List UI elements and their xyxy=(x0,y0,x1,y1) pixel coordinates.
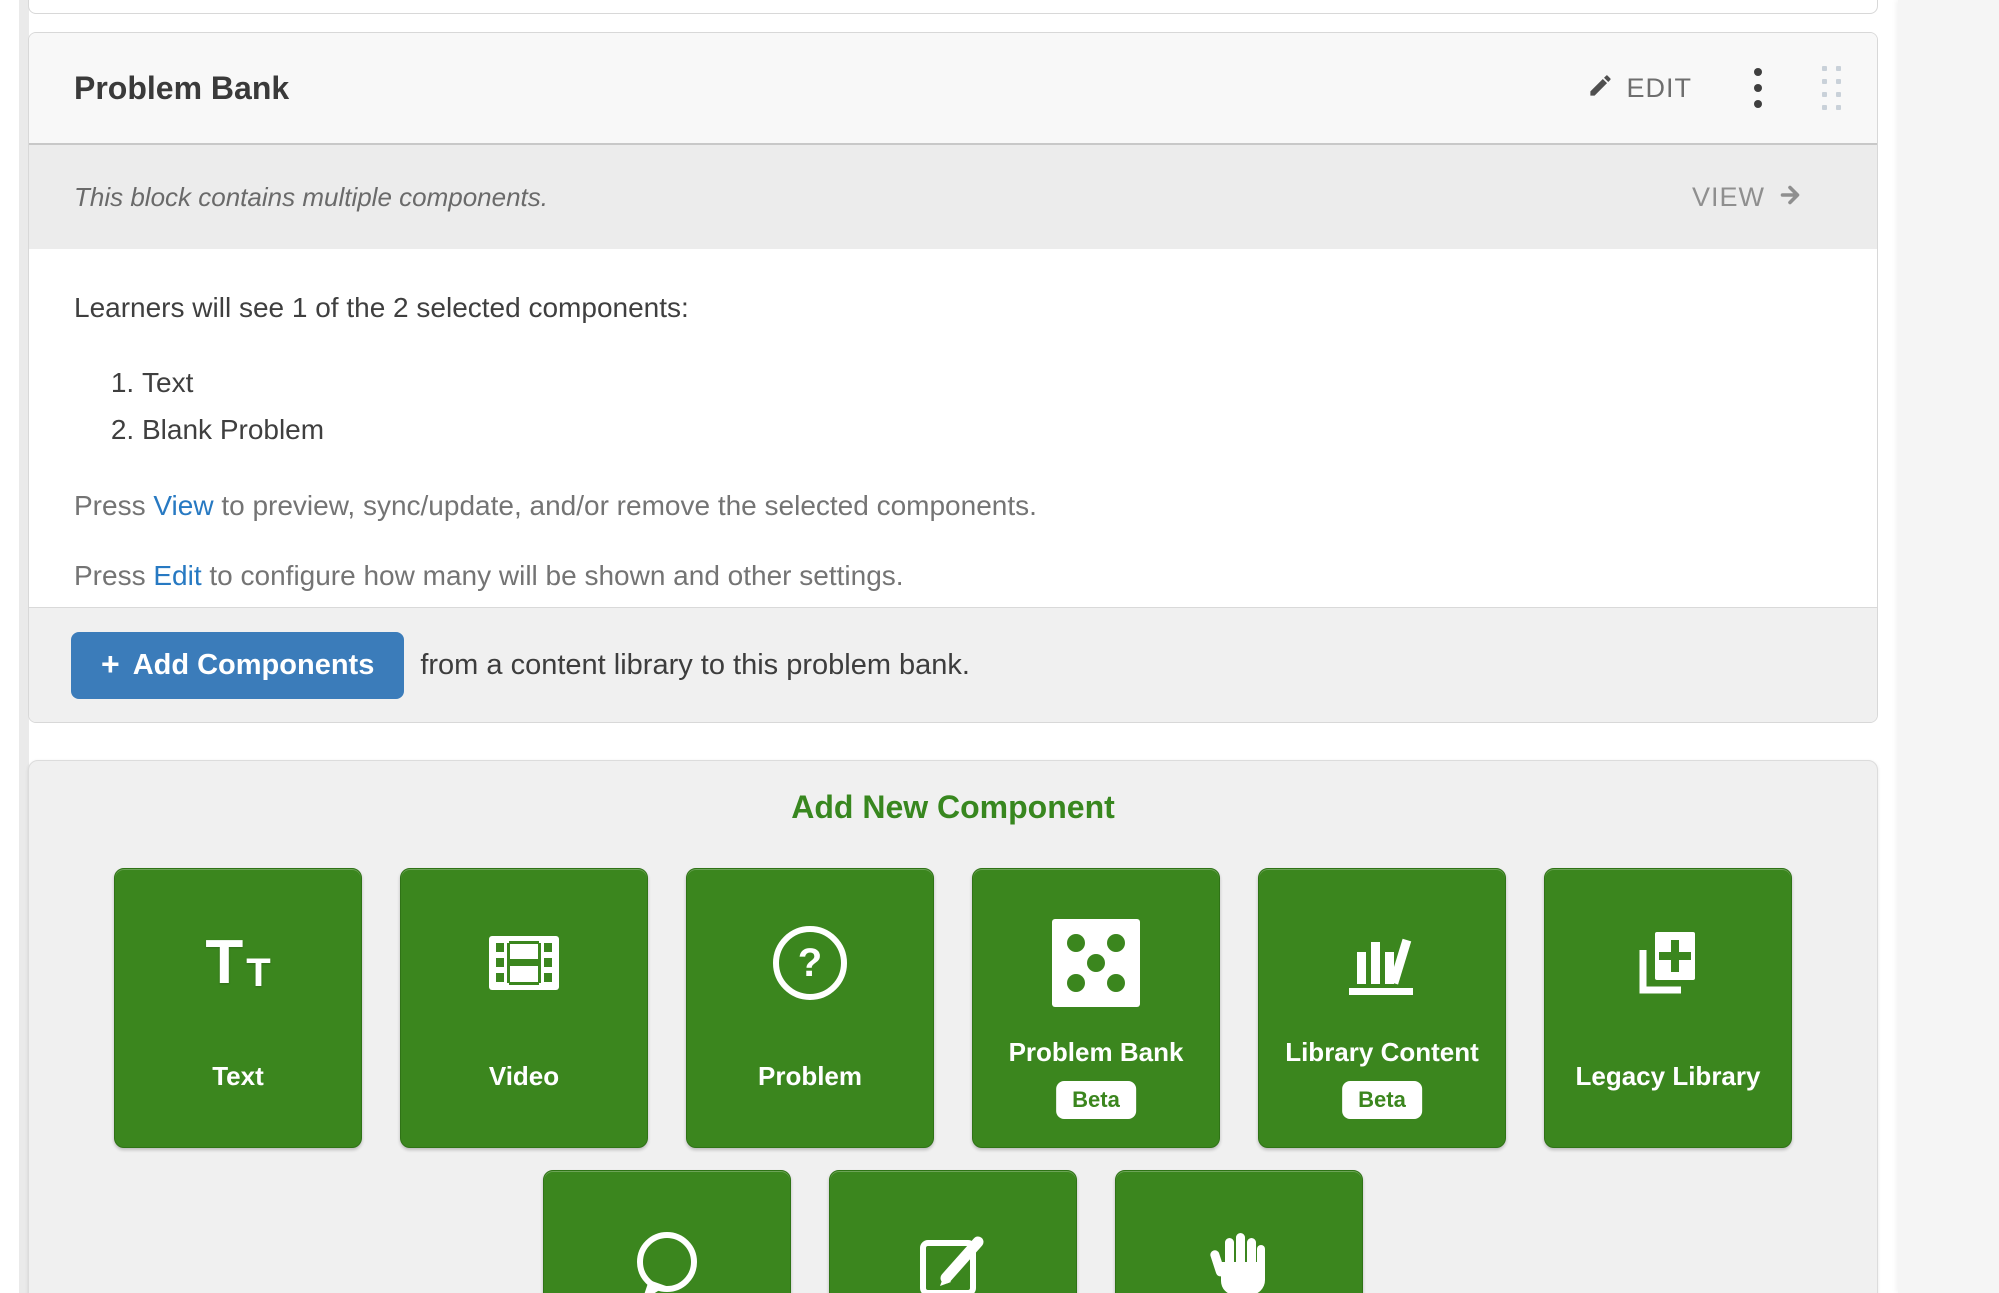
library-add-icon xyxy=(1545,913,1791,1013)
discussion-icon xyxy=(544,1215,790,1293)
tile-label: Video xyxy=(401,1061,647,1092)
intro-text: Learners will see 1 of the 2 selected co… xyxy=(74,291,1832,325)
press-view-pre: Press xyxy=(74,490,153,521)
add-component-tile-problem[interactable]: ? Problem xyxy=(686,868,934,1148)
problem-bank-card: Problem Bank EDIT This block contains mu… xyxy=(28,32,1878,723)
add-component-tile-video[interactable]: Video xyxy=(400,868,648,1148)
tile-label: Legacy Library xyxy=(1545,1061,1791,1092)
add-component-tile-open-response[interactable] xyxy=(829,1170,1077,1293)
plus-icon: + xyxy=(101,648,120,680)
add-component-tile-discussion[interactable] xyxy=(543,1170,791,1293)
add-components-label: Add Components xyxy=(133,649,375,682)
studio-unit-page: Problem Bank EDIT This block contains mu… xyxy=(0,0,1999,1293)
hand-icon xyxy=(1116,1215,1362,1293)
add-new-component-panel: Add New Component TT Text xyxy=(28,760,1878,1293)
add-component-tile-problem-bank[interactable]: Problem Bank Beta xyxy=(972,868,1220,1148)
kebab-menu-icon[interactable] xyxy=(1750,64,1766,112)
tile-label: Problem Bank xyxy=(973,1037,1219,1068)
page-title: Problem Bank xyxy=(74,70,289,107)
component-tile-row-2 xyxy=(29,1170,1877,1293)
drag-handle-icon[interactable] xyxy=(1822,66,1841,110)
question-circle-icon: ? xyxy=(687,913,933,1013)
arrow-right-icon xyxy=(1775,183,1807,212)
message-bar: This block contains multiple components.… xyxy=(29,145,1877,249)
edit-link[interactable]: Edit xyxy=(153,560,201,591)
beta-badge: Beta xyxy=(1342,1081,1422,1119)
card-footer: + Add Components from a content library … xyxy=(29,607,1877,722)
view-link[interactable]: View xyxy=(153,490,213,521)
pencil-icon xyxy=(1587,72,1614,104)
previous-block-card xyxy=(28,0,1878,14)
press-edit-post: to configure how many will be shown and … xyxy=(202,560,904,591)
add-component-tile-drag-and-drop[interactable] xyxy=(1115,1170,1363,1293)
right-sidebar-edge xyxy=(1898,0,1999,1293)
add-component-tile-text[interactable]: TT Text xyxy=(114,868,362,1148)
view-label: VIEW xyxy=(1692,182,1765,213)
tile-label: Problem xyxy=(687,1061,933,1092)
footer-caption: from a content library to this problem b… xyxy=(420,649,970,682)
tile-label: Text xyxy=(115,1061,361,1092)
press-view-post: to preview, sync/update, and/or remove t… xyxy=(214,490,1037,521)
card-header: Problem Bank EDIT xyxy=(29,33,1877,143)
edit-square-icon xyxy=(830,1215,1076,1293)
view-button[interactable]: VIEW xyxy=(1692,182,1807,213)
add-components-button[interactable]: + Add Components xyxy=(71,632,404,699)
component-tile-row-1: TT Text xyxy=(29,868,1877,1148)
beta-badge: Beta xyxy=(1056,1081,1136,1119)
card-body: Learners will see 1 of the 2 selected co… xyxy=(29,249,1877,607)
tile-label: Library Content xyxy=(1259,1037,1505,1068)
list-item: Blank Problem xyxy=(142,406,1832,453)
edit-label: EDIT xyxy=(1626,73,1692,104)
press-edit-pre: Press xyxy=(74,560,153,591)
text-icon: TT xyxy=(115,913,361,1013)
edit-button[interactable]: EDIT xyxy=(1587,72,1692,104)
add-component-tile-legacy-library[interactable]: Legacy Library xyxy=(1544,868,1792,1148)
list-item: Text xyxy=(142,359,1832,406)
add-component-tile-library-content[interactable]: Library Content Beta xyxy=(1258,868,1506,1148)
press-view-text: Press View to preview, sync/update, and/… xyxy=(74,489,1832,523)
video-icon xyxy=(401,913,647,1013)
dice-icon xyxy=(973,913,1219,1013)
library-shelf-icon xyxy=(1259,913,1505,1013)
selected-components-list: Text Blank Problem xyxy=(74,359,1832,453)
block-message: This block contains multiple components. xyxy=(74,182,548,213)
panel-title: Add New Component xyxy=(29,789,1877,826)
press-edit-text: Press Edit to configure how many will be… xyxy=(74,559,1832,593)
